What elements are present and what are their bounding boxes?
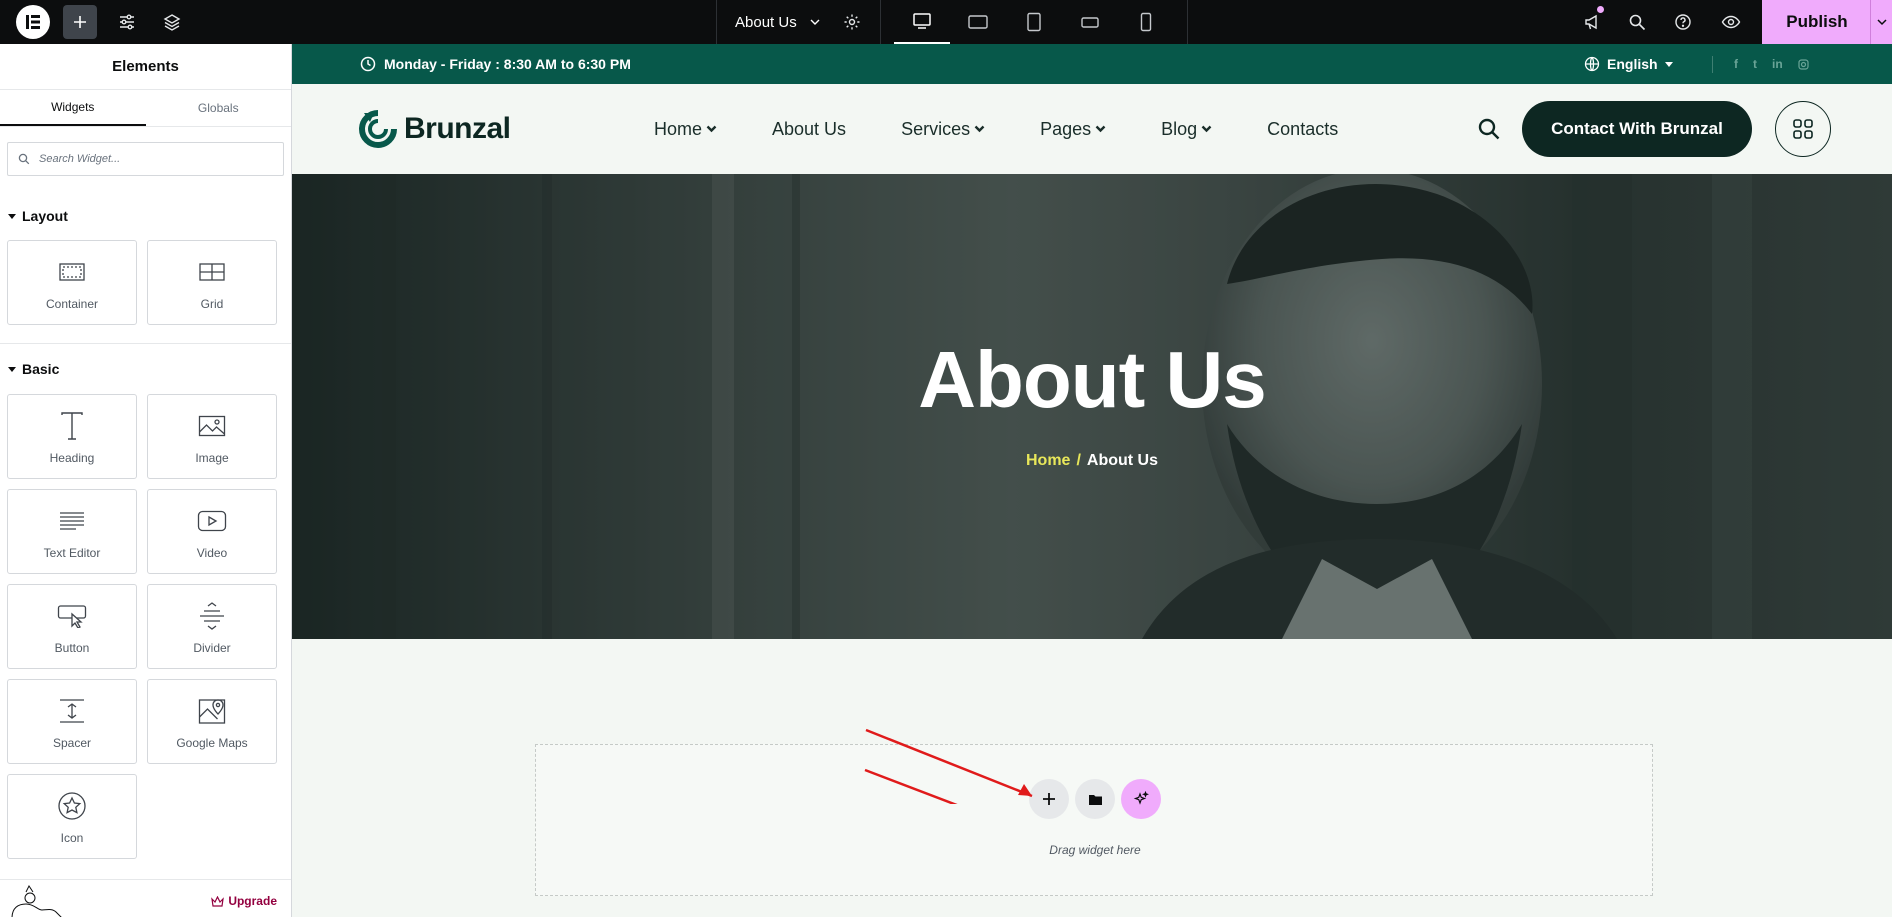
toolbar-divider [1187,0,1188,44]
publish-button[interactable]: Publish [1762,0,1892,44]
widget-label: Image [195,451,229,465]
spacer-icon [8,694,136,728]
editor-top-bar: About Us Publish [0,0,1892,44]
caret-down-icon [8,366,16,372]
help-button[interactable] [1666,0,1700,44]
google-maps-icon [148,694,276,728]
widget-spacer[interactable]: Spacer [7,679,137,764]
site-settings-button[interactable] [110,0,144,44]
widget-label: Button [54,641,90,655]
heading-icon [8,409,136,443]
search-icon [1629,14,1646,31]
widget-label: Grid [200,297,224,311]
divider-icon [148,599,276,633]
page-settings-button[interactable] [838,0,866,44]
structure-button[interactable] [155,0,189,44]
device-tablet-landscape[interactable] [950,0,1006,44]
preview-button[interactable] [1714,0,1748,44]
widget-label: Text Editor [43,546,101,560]
widget-label: Divider [193,641,231,655]
upgrade-label: Upgrade [228,894,277,908]
editor-canvas: Monday - Friday : 8:30 AM to 6:30 PM Eng… [292,44,1892,917]
elementor-menu-button[interactable] [15,0,51,44]
notification-dot [1597,6,1604,13]
category-basic-toggle[interactable]: Basic [0,361,59,377]
panel-title: Elements [0,44,291,90]
category-divider [0,343,291,344]
plus-icon [63,5,97,39]
caret-down-icon [8,213,16,219]
category-label: Layout [22,208,68,224]
chevron-down-icon [1876,19,1887,26]
widget-image[interactable]: Image [147,394,277,479]
widget-label: Heading [49,451,95,465]
widget-text-editor[interactable]: Text Editor [7,489,137,574]
promo-illustration-icon [11,885,62,917]
megaphone-icon [1585,14,1597,30]
widget-search-box [7,142,284,176]
widget-label: Container [45,297,99,311]
widget-button[interactable]: Button [7,584,137,669]
mobile-landscape-icon [1081,17,1099,28]
elements-panel: Elements Widgets Globals Layout Containe… [0,44,292,917]
widget-video[interactable]: Video [147,489,277,574]
chevron-down-icon [810,19,820,25]
panel-footer: Upgrade [0,879,291,917]
sliders-icon [120,14,134,30]
widget-heading[interactable]: Heading [7,394,137,479]
publish-options-button[interactable] [1870,0,1892,44]
button-icon [8,599,136,633]
widget-label: Video [196,546,228,560]
whats-new-button[interactable] [1575,0,1609,44]
widget-label: Icon [60,831,84,845]
category-label: Basic [22,361,60,377]
device-desktop[interactable] [894,0,950,44]
tablet-icon [1027,12,1041,32]
widget-label: Spacer [52,736,92,750]
text-editor-icon [8,504,136,538]
widget-icon[interactable]: Icon [7,774,137,859]
container-icon [8,255,136,289]
annotation-arrow-overlay [865,728,1033,798]
upgrade-link[interactable]: Upgrade [211,894,277,908]
tab-globals[interactable]: Globals [146,90,292,126]
star-icon [8,789,136,823]
device-mobile[interactable] [1118,0,1174,44]
eye-icon [1721,15,1741,29]
device-tablet[interactable] [1006,0,1062,44]
video-icon [148,504,276,538]
crown-icon [211,895,225,907]
widget-divider[interactable]: Divider [147,584,277,669]
widget-label: Google Maps [176,736,248,750]
widget-grid[interactable]: Grid [147,240,277,325]
panel-tabs: Widgets Globals [0,90,291,127]
add-element-button[interactable] [62,0,98,44]
category-layout-toggle[interactable]: Layout [0,208,68,224]
gear-icon [844,14,860,30]
toolbar-divider [716,0,717,44]
widget-google-maps[interactable]: Google Maps [147,679,277,764]
desktop-icon [913,13,931,29]
finder-button[interactable] [1620,0,1654,44]
widget-search-input[interactable] [39,153,259,165]
help-icon [1675,14,1691,30]
grid-icon [148,255,276,289]
document-title-dropdown[interactable]: About Us [718,0,821,44]
elementor-logo-icon [16,5,50,39]
image-icon [148,409,276,443]
tablet-landscape-icon [968,15,988,29]
search-icon [18,153,30,165]
tab-widgets[interactable]: Widgets [0,90,146,126]
toolbar-divider [880,0,881,44]
document-title: About Us [735,13,797,31]
layers-icon [163,14,181,31]
publish-label: Publish [1786,12,1848,31]
widget-container[interactable]: Container [7,240,137,325]
device-mobile-landscape[interactable] [1062,0,1118,44]
mobile-icon [1140,12,1152,32]
